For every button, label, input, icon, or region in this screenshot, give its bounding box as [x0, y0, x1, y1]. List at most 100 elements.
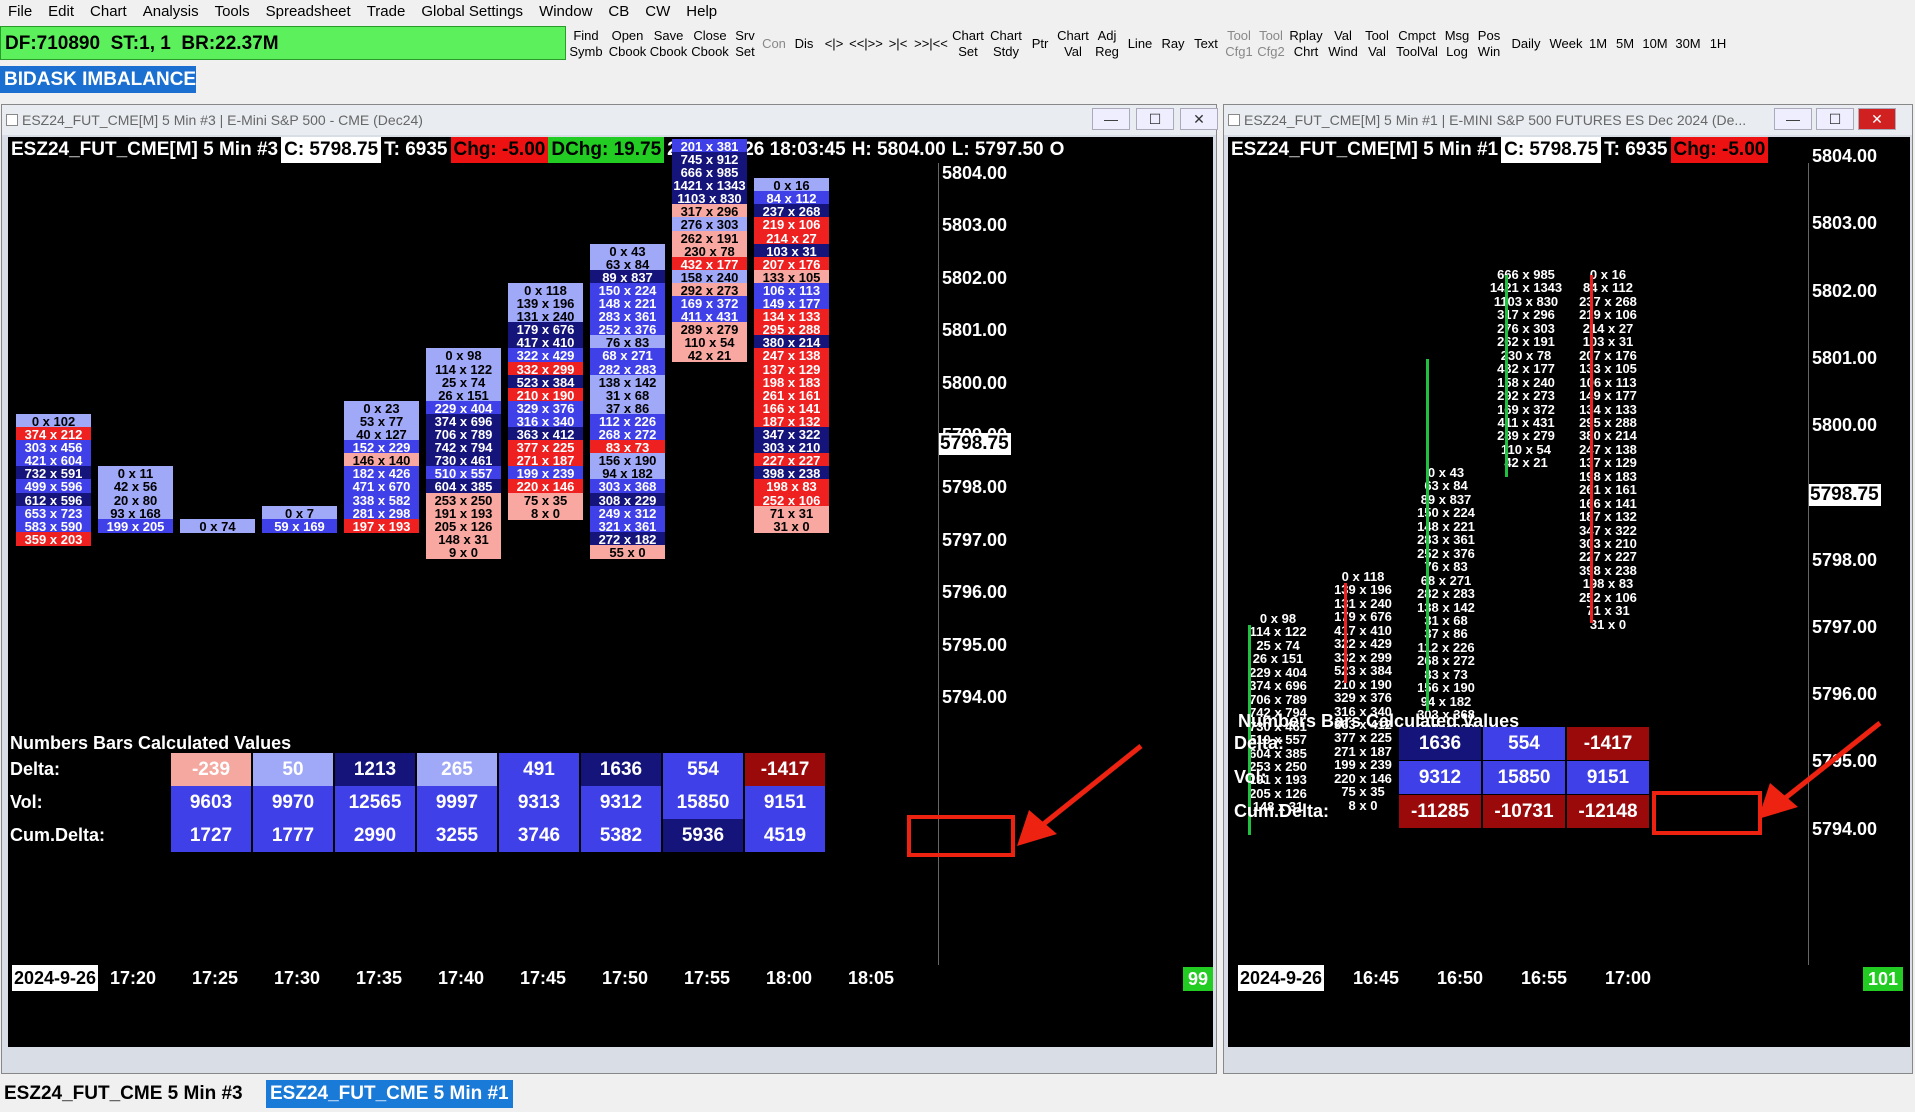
toolbar-button-tool-val[interactable]: Tool Val: [1362, 24, 1392, 64]
menu-tools[interactable]: Tools: [207, 3, 258, 20]
menu-edit[interactable]: Edit: [40, 3, 82, 20]
toolbar-button-con[interactable]: Con: [760, 24, 788, 64]
axis-time: 17:20: [110, 968, 157, 988]
toolbar-button-daily[interactable]: Daily: [1506, 24, 1546, 64]
header-chg: Chg: -5.00: [1670, 137, 1769, 163]
axis-time: 16:50: [1437, 968, 1484, 988]
price-label: 5802.00: [1812, 280, 1878, 301]
chartbook-tab[interactable]: ESZ24_FUT_CME 5 Min #1: [266, 1080, 513, 1108]
toolbar-button-close-cbook[interactable]: Close Cbook: [690, 24, 730, 64]
menu-file[interactable]: File: [0, 3, 40, 20]
toolbar-button-30m[interactable]: 30M: [1672, 24, 1704, 64]
maximize-button[interactable]: ☐: [1136, 108, 1174, 130]
toolbar-button-tool-cfg1[interactable]: Tool Cfg1: [1224, 24, 1254, 64]
price-label: 5800.00: [1812, 415, 1878, 435]
study-title: Numbers Bars Calculated Values: [10, 733, 292, 753]
study-value: 1727: [171, 819, 251, 852]
price-label: 5802.00: [942, 267, 1008, 288]
toolbar-button-tool-cfg2[interactable]: Tool Cfg2: [1256, 24, 1286, 64]
toolbar-button-msg-log[interactable]: Msg Log: [1442, 24, 1472, 64]
close-button[interactable]: ✕: [1858, 108, 1896, 130]
study-value: 15850: [663, 786, 743, 819]
study-value: -10731: [1483, 795, 1565, 828]
close-button[interactable]: ✕: [1180, 108, 1218, 130]
study-value: 4519: [745, 819, 825, 852]
imbalance-marker: [1426, 359, 1429, 711]
chartbook-tab[interactable]: ESZ24_FUT_CME 5 Min #3: [0, 1080, 247, 1108]
menu-global-settings[interactable]: Global Settings: [413, 3, 531, 20]
toolbar-button-adj-reg[interactable]: Adj Reg: [1092, 24, 1122, 64]
toolbar-button-line[interactable]: Line: [1124, 24, 1156, 64]
minimize-button[interactable]: —: [1092, 108, 1130, 130]
toolbar-button-[interactable]: <|>: [820, 24, 848, 64]
chart-icon: [1228, 114, 1240, 126]
toolbar-button-1m[interactable]: 1M: [1586, 24, 1610, 64]
minimize-button[interactable]: —: [1774, 108, 1812, 130]
toolbar-button-val-wind[interactable]: Val Wind: [1326, 24, 1360, 64]
menu-cw[interactable]: CW: [637, 3, 678, 20]
price-label: 5798.00: [1812, 549, 1878, 570]
window-title: ESZ24_FUT_CME[M] 5 Min #3 | E-Mini S&P 5…: [22, 112, 423, 128]
study-value: 12565: [335, 786, 415, 819]
axis-time: 17:25: [192, 968, 239, 988]
price-label: 5803.00: [1812, 213, 1878, 234]
maximize-button[interactable]: ☐: [1816, 108, 1854, 130]
toolbar-button-ray[interactable]: Ray: [1158, 24, 1188, 64]
study-row-label: Delta:: [10, 759, 61, 779]
header-open: O: [1049, 139, 1065, 160]
bidask-imbalance-label[interactable]: BIDASK IMBALANCE: [0, 66, 196, 93]
toolbar-button-5m[interactable]: 5M: [1612, 24, 1638, 64]
menu-help[interactable]: Help: [678, 3, 725, 20]
chart-header: ESZ24_FUT_CME[M] 5 Min #1 C: 5798.75 T: 69…: [1228, 137, 1769, 163]
toolbar: DF:710890 ST:1, 1 BR:22.37M Find Symb Ope…: [0, 24, 1915, 64]
toolbar-button-[interactable]: <<|>>: [849, 24, 883, 64]
toolbar-button-rplay-chrt[interactable]: Rplay Chrt: [1288, 24, 1324, 64]
study-value: -11285: [1399, 795, 1481, 828]
toolbar-button-1h[interactable]: 1H: [1706, 24, 1730, 64]
toolbar-button-[interactable]: >|<: [884, 24, 912, 64]
toolbar-button-chart-stdy[interactable]: Chart Stdy: [988, 24, 1024, 64]
toolbar-button-cmpct-toolval[interactable]: Cmpct ToolVal: [1394, 24, 1440, 64]
chartbook-tabs: ESZ24_FUT_CME 5 Min #3 ESZ24_FUT_CME 5 Mi…: [0, 1078, 1915, 1112]
menu-spreadsheet[interactable]: Spreadsheet: [258, 3, 359, 20]
menu-window[interactable]: Window: [531, 3, 600, 20]
toolbar-button-[interactable]: >>|<<: [914, 24, 948, 64]
chart-area[interactable]: ESZ24_FUT_CME[M] 5 Min #3 C: 5798.75 T: 69…: [8, 137, 1213, 1047]
study-value: 1636: [1399, 727, 1481, 760]
chart-header: ESZ24_FUT_CME[M] 5 Min #3 C: 5798.75 T: 69…: [8, 137, 1067, 163]
chart-area[interactable]: ESZ24_FUT_CME[M] 5 Min #1 C: 5798.75 T: 69…: [1228, 137, 1910, 1047]
menu-cb[interactable]: CB: [600, 3, 637, 20]
study-value: 1636: [581, 753, 661, 786]
study-value: 50: [253, 753, 333, 786]
study-value: 9312: [581, 786, 661, 819]
toolbar-button-chart-val[interactable]: Chart Val: [1056, 24, 1090, 64]
chart-window-3: ESZ24_FUT_CME[M] 5 Min #3 | E-Mini S&P 5…: [1, 104, 1218, 1074]
price-axis-divider: [1808, 163, 1809, 971]
toolbar-button-text[interactable]: Text: [1190, 24, 1222, 64]
time-axis: 2024-9-26 16:45 16:50 16:55 17:00: [1228, 965, 1910, 993]
study-value: -239: [171, 753, 251, 786]
toolbar-button-srv-set[interactable]: Srv Set: [732, 24, 758, 64]
study-value: 9312: [1399, 761, 1481, 794]
menu-analysis[interactable]: Analysis: [135, 3, 207, 20]
study-value: 9603: [171, 786, 251, 819]
menu-chart[interactable]: Chart: [82, 3, 135, 20]
bar-count-badge: 99: [1183, 967, 1213, 991]
axis-time: 17:55: [684, 968, 731, 988]
toolbar-button-chart-set[interactable]: Chart Set: [950, 24, 986, 64]
bar-cell: 8 x 0: [508, 505, 583, 521]
toolbar-button-save-cbook[interactable]: Save Cbook: [649, 24, 688, 64]
toolbar-button-open-cbook[interactable]: Open Cbook: [608, 24, 647, 64]
menu-trade[interactable]: Trade: [359, 3, 414, 20]
toolbar-button-find-symb[interactable]: Find Symb: [566, 24, 606, 64]
study-value: 9997: [417, 786, 497, 819]
toolbar-button-dis[interactable]: Dis: [790, 24, 818, 64]
numbers-cell: 8 x 0: [1348, 797, 1378, 813]
toolbar-button-week[interactable]: Week: [1548, 24, 1584, 64]
toolbar-button-10m[interactable]: 10M: [1640, 24, 1670, 64]
toolbar-button-ptr[interactable]: Ptr: [1026, 24, 1054, 64]
price-label: 5797.00: [942, 529, 1008, 550]
price-label: 5797.00: [1812, 616, 1878, 637]
header-dchg: DChg: 19.75: [548, 137, 665, 163]
toolbar-button-pos-win[interactable]: Pos Win: [1474, 24, 1504, 64]
